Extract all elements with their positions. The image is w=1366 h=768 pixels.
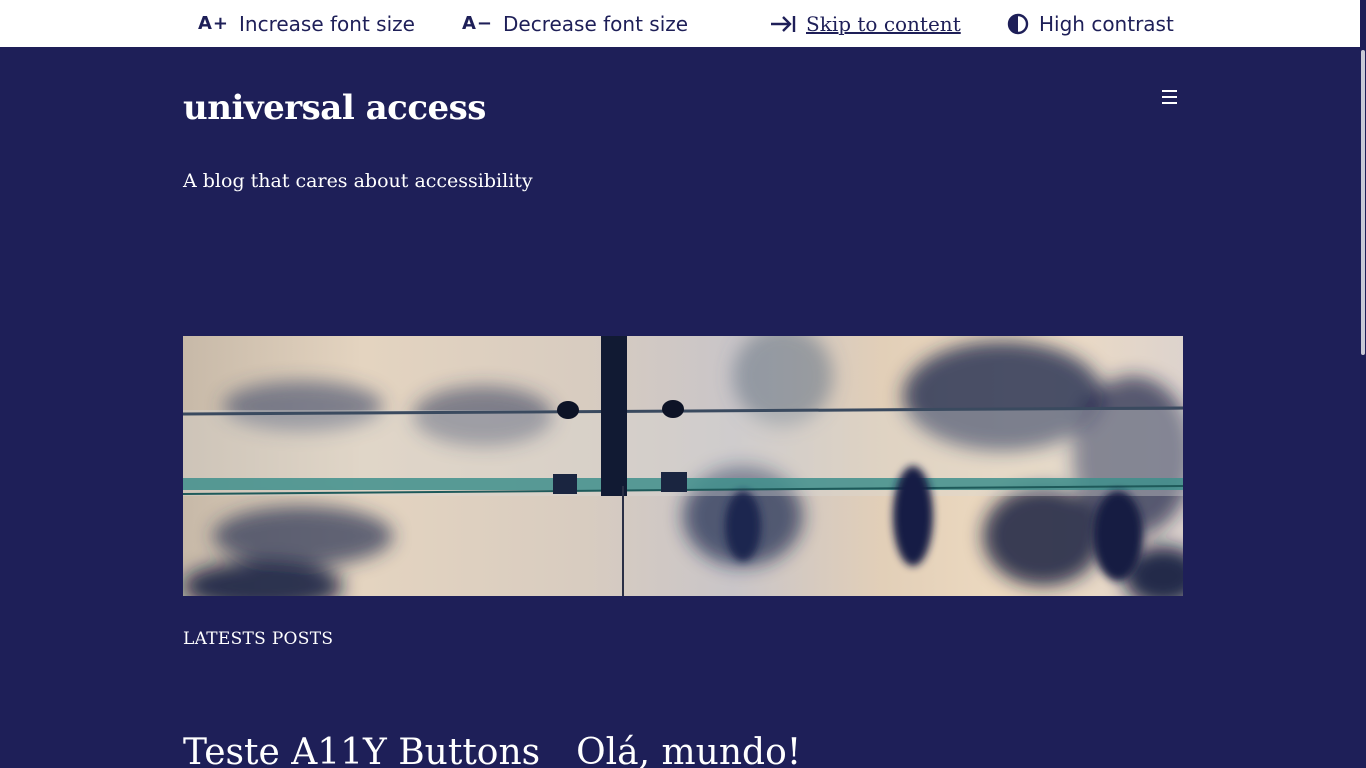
decrease-font-size-button[interactable]: A− Decrease font size: [462, 0, 688, 47]
decrease-font-icon: A−: [462, 13, 494, 34]
post-title-link[interactable]: Olá, mundo!: [576, 732, 801, 768]
high-contrast-button[interactable]: High contrast: [1007, 0, 1174, 47]
arrow-right-to-bar-icon: [770, 14, 796, 34]
accessibility-toolbar: A+ Increase font size A− Decrease font s…: [0, 0, 1366, 47]
increase-font-icon: A+: [198, 13, 230, 34]
page-scrollbar[interactable]: [1360, 0, 1366, 768]
site-title[interactable]: universal access: [183, 88, 486, 128]
latest-posts-heading: LATESTS POSTS: [183, 629, 334, 649]
hamburger-menu-icon[interactable]: [1162, 90, 1180, 108]
site-tagline: A blog that cares about accessibility: [183, 170, 533, 192]
decrease-font-label: Decrease font size: [503, 11, 689, 36]
post-title-link[interactable]: Teste A11Y Buttons: [183, 732, 540, 768]
increase-font-label: Increase font size: [239, 11, 415, 36]
skip-to-content-link[interactable]: Skip to content: [770, 0, 961, 47]
contrast-icon: [1007, 13, 1029, 35]
high-contrast-label: High contrast: [1039, 11, 1174, 36]
increase-font-size-button[interactable]: A+ Increase font size: [198, 0, 415, 47]
scrollbar-thumb[interactable]: [1361, 50, 1365, 355]
post-list: Teste A11Y Buttons Olá, mundo!: [183, 732, 801, 768]
hero-image: [183, 336, 1183, 596]
skip-to-content-label: Skip to content: [806, 11, 961, 36]
